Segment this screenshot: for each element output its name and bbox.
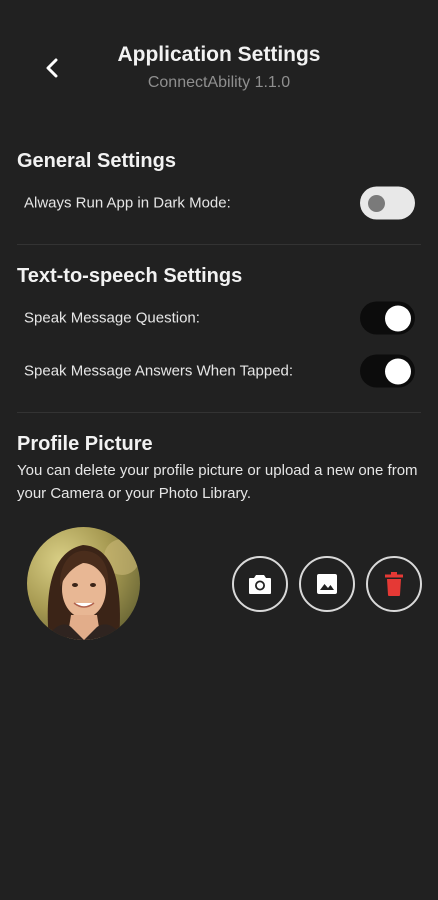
app-version: ConnectAbility 1.1.0 bbox=[147, 74, 291, 91]
speak-question-label: Speak Message Question: bbox=[24, 309, 200, 327]
profile-picture-description: You can delete your profile picture or u… bbox=[17, 462, 418, 502]
speak-answers-toggle[interactable] bbox=[360, 354, 415, 388]
photo-library-button[interactable] bbox=[299, 556, 355, 612]
toggle-knob bbox=[385, 358, 411, 384]
dark-mode-toggle[interactable] bbox=[360, 186, 415, 220]
camera-icon bbox=[249, 575, 271, 594]
profile-picture-heading: Profile Picture bbox=[17, 433, 153, 455]
speak-question-setting-row: Speak Message Question: bbox=[0, 298, 438, 338]
header: Application Settings ConnectAbility 1.1.… bbox=[0, 0, 438, 110]
section-divider bbox=[17, 244, 421, 245]
page-title: Application Settings bbox=[117, 43, 321, 66]
image-icon bbox=[317, 574, 337, 594]
profile-photo bbox=[27, 527, 140, 640]
toggle-knob bbox=[385, 305, 411, 331]
toggle-knob bbox=[368, 194, 385, 212]
delete-picture-button[interactable] bbox=[366, 556, 422, 612]
dark-mode-setting-row: Always Run App in Dark Mode: bbox=[0, 183, 438, 223]
general-settings-heading: General Settings bbox=[17, 150, 176, 172]
trash-icon bbox=[385, 572, 403, 596]
speak-question-toggle[interactable] bbox=[360, 301, 415, 335]
speak-answers-setting-row: Speak Message Answers When Tapped: bbox=[0, 351, 438, 391]
settings-screen: Application Settings ConnectAbility 1.1.… bbox=[0, 0, 438, 900]
avatar bbox=[27, 527, 140, 640]
dark-mode-label: Always Run App in Dark Mode: bbox=[24, 194, 231, 212]
tts-settings-heading: Text-to-speech Settings bbox=[17, 265, 243, 287]
camera-button[interactable] bbox=[232, 556, 288, 612]
section-divider bbox=[17, 412, 421, 413]
speak-answers-label: Speak Message Answers When Tapped: bbox=[24, 362, 294, 380]
